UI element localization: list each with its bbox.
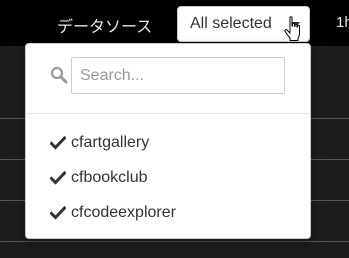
select-label: All selected: [190, 15, 272, 32]
option-cfcodeexplorer[interactable]: cfcodeexplorer: [26, 197, 310, 231]
option-label: cfbookclub: [71, 169, 148, 186]
check-icon: [50, 171, 66, 185]
time-range-label[interactable]: 1h: [336, 14, 349, 31]
option-label: cfcodeexplorer: [71, 204, 176, 221]
option-cfartgallery[interactable]: cfartgallery: [26, 127, 310, 161]
row-divider: [0, 241, 349, 242]
datasource-label: データソース: [57, 19, 153, 36]
option-label: cfartgallery: [71, 134, 150, 151]
check-icon: [50, 136, 66, 150]
dropdown-divider: [26, 113, 310, 114]
search-icon: [50, 66, 68, 84]
search-input[interactable]: [71, 57, 285, 94]
check-icon: [50, 206, 66, 220]
option-cfbookclub[interactable]: cfbookclub: [26, 162, 310, 196]
multiselect-dropdown: cfartgallery cfbookclub cfcodeexplorer: [25, 43, 311, 239]
hand-pointer-icon: [284, 16, 300, 41]
